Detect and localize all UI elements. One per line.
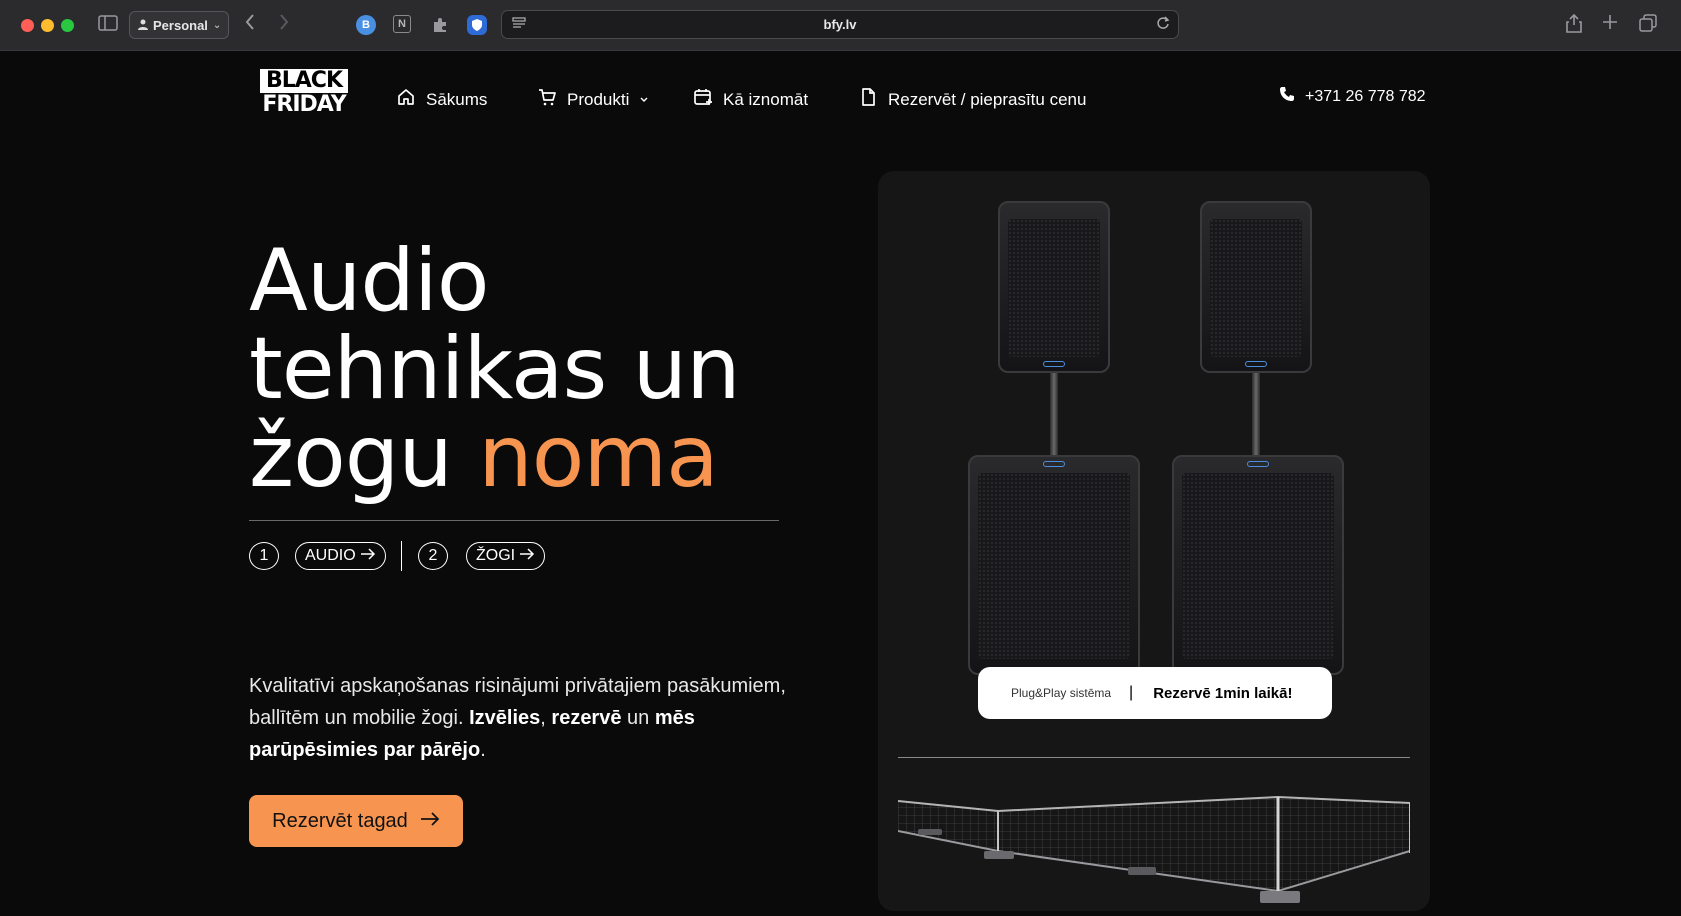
subwoofer-left [968,455,1140,675]
desc-text: un [621,707,655,729]
hero-title-accent: noma [478,407,719,507]
nav-reserve[interactable]: Rezervēt / pieprasītu cenu [858,87,1086,112]
speaker-top-right [1200,201,1312,373]
speaker-badge [1245,361,1267,367]
webpage: BLACK FRIDAY Sākums Produkti Kā iznomāt … [0,51,1681,916]
hero-divider [249,520,779,521]
reserve-now-label: Rezervēt tagad [272,809,408,832]
nav-home-label: Sākums [426,89,488,109]
nav-home[interactable]: Sākums [396,87,487,112]
black-friday-logo[interactable]: BLACK FRIDAY [260,69,348,119]
hero-title-word: žogu [249,407,453,507]
fences-link-button[interactable]: ŽOGI [466,542,546,570]
plug-play-label: Plug&Play sistēma [1011,686,1112,700]
hero-title-line3: žogu noma [249,413,740,501]
person-icon [138,18,148,33]
speaker-top-left [998,201,1110,373]
banner-separator: | [1129,684,1134,701]
back-icon[interactable] [244,13,256,35]
logo-line1: BLACK [260,69,348,93]
fences-link-label: ŽOGI [476,547,516,564]
phone-link[interactable]: +371 26 778 782 [1279,86,1426,107]
audio-link-button[interactable]: AUDIO [295,542,386,570]
speaker-pole [1252,373,1260,455]
profile-selector[interactable]: Personal ⌄ [129,11,229,39]
nav-how-to-rent[interactable]: Kā iznomāt [693,87,808,112]
arrow-right-icon [420,810,440,833]
nav-products[interactable]: Produkti [537,87,649,112]
desc-bold: rezervē [551,707,622,729]
speaker-badge [1043,461,1065,467]
shield-extension-icon[interactable] [467,15,487,35]
chevron-down-icon [639,90,649,110]
desc-bold: Izvēlies [469,707,541,729]
arrow-right-icon [360,547,376,566]
chevron-down-icon: ⌄ [212,19,222,31]
share-icon[interactable] [1566,13,1582,37]
speaker-badge [1043,361,1065,367]
extensions-puzzle-icon[interactable] [430,15,450,35]
address-bar[interactable]: bfy.lv [501,10,1179,39]
browser-toolbar: Personal ⌄ B N bfy.lv [0,0,1681,51]
hero-title: Audio tehnikas un žogu noma [249,231,741,501]
speaker-grill [978,473,1130,659]
nav-reserve-label: Rezervēt / pieprasītu cenu [888,89,1087,109]
reserve-now-button[interactable]: Rezervēt tagad [249,795,463,847]
home-icon [396,87,416,112]
step-number-1: 1 [249,542,279,570]
step-number-2: 2 [418,542,448,570]
speaker-pole [1050,373,1058,455]
speaker-badge [1247,461,1269,467]
desc-text: . [480,739,486,761]
speaker-grill [1210,219,1302,357]
arrow-right-icon [519,547,535,566]
profile-label: Personal [153,17,208,33]
plug-play-banner[interactable]: Plug&Play sistēma | Rezervē 1min laikā! [978,667,1332,719]
mobile-fence-image [898,795,1410,903]
phone-icon [1279,86,1295,107]
sidebar-toggle-icon[interactable] [98,15,118,35]
url-text: bfy.lv [823,17,857,32]
nav-how-to-rent-label: Kā iznomāt [723,89,809,109]
hero-title-line2: tehnikas un [249,319,741,419]
subwoofer-right [1172,455,1344,675]
document-icon [858,87,878,112]
tab-overview-icon[interactable] [1639,14,1657,36]
logo-line2: FRIDAY [262,92,346,117]
reload-icon[interactable] [1156,16,1170,33]
new-tab-icon[interactable] [1602,14,1618,34]
card-divider [898,757,1410,758]
phone-number: +371 26 778 782 [1305,87,1426,105]
nav-products-label: Produkti [567,89,630,109]
desc-text: , [540,707,552,729]
cart-icon [537,87,557,112]
notion-extension-icon[interactable]: N [393,15,411,33]
speaker-grill [1008,219,1100,357]
calendar-icon [693,87,713,112]
product-showcase-card: Plug&Play sistēma | Rezervē 1min laikā! [878,171,1430,911]
forward-icon[interactable] [278,13,290,35]
hero-title-line1: Audio [249,231,489,331]
close-window-button[interactable] [21,19,34,32]
speaker-grill [1182,473,1334,659]
reserve-fast-label: Rezervē 1min laikā! [1153,684,1293,702]
steps-separator [401,541,402,571]
hero-description: Kvalitatīvi apskaņošanas risinājumi priv… [249,670,789,766]
minimize-window-button[interactable] [41,19,54,32]
zoom-window-button[interactable] [61,19,74,32]
audio-link-label: AUDIO [305,547,356,564]
bitwarden-extension-icon[interactable]: B [356,15,376,35]
